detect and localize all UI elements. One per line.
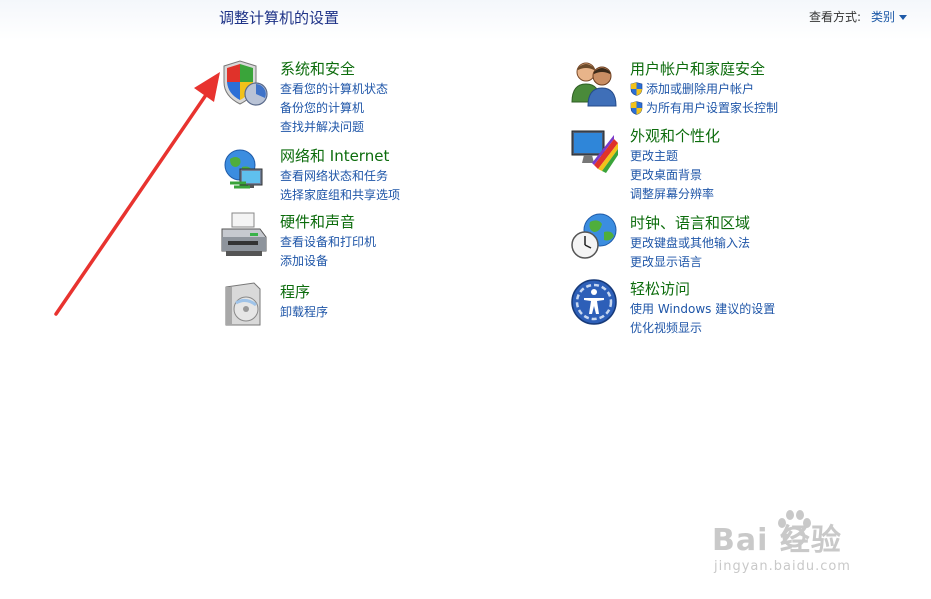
link-label: 为所有用户设置家长控制 (646, 101, 779, 115)
category-links: 查看网络状态和任务 选择家庭组和共享选项 (280, 166, 400, 204)
view-by-dropdown[interactable]: 类别 (871, 8, 907, 25)
programs-box-icon[interactable] (220, 281, 270, 331)
category-links: 添加或删除用户帐户 为所有用户设置家长控制 (630, 79, 778, 117)
link-homegroup-sharing[interactable]: 选择家庭组和共享选项 (280, 185, 400, 204)
red-annotation-arrow (54, 72, 220, 316)
category-title-user-accounts[interactable]: 用户帐户和家庭安全 (630, 58, 765, 79)
clock-globe-icon[interactable] (570, 212, 620, 262)
link-add-device[interactable]: 添加设备 (280, 251, 376, 270)
category-title-hardware[interactable]: 硬件和声音 (280, 211, 355, 232)
view-by-control: 查看方式: 类别 (809, 8, 907, 25)
baidu-watermark: Bai 经验 jingyan.baidu.com (712, 510, 892, 585)
paw-logo-icon (778, 510, 811, 548)
link-recommended-settings[interactable]: 使用 Windows 建议的设置 (630, 299, 775, 318)
network-globe-icon[interactable] (220, 145, 270, 195)
link-add-remove-accounts[interactable]: 添加或删除用户帐户 (630, 79, 778, 98)
security-shield-icon[interactable] (220, 58, 270, 108)
link-display-language[interactable]: 更改显示语言 (630, 252, 750, 271)
category-title-appearance[interactable]: 外观和个性化 (630, 125, 720, 146)
category-title-network[interactable]: 网络和 Internet (280, 145, 389, 166)
users-icon[interactable] (570, 58, 620, 108)
category-links: 使用 Windows 建议的设置 优化视频显示 (630, 299, 775, 337)
category-links: 更改键盘或其他输入法 更改显示语言 (630, 233, 750, 271)
view-by-value: 类别 (870, 10, 895, 24)
link-screen-resolution[interactable]: 调整屏幕分辨率 (630, 184, 714, 203)
link-change-keyboard[interactable]: 更改键盘或其他输入法 (630, 233, 750, 252)
link-backup-computer[interactable]: 备份您的计算机 (280, 98, 388, 117)
link-optimize-display[interactable]: 优化视频显示 (630, 318, 775, 337)
watermark-main-text: Bai 经验 (712, 523, 842, 558)
category-links: 卸载程序 (280, 302, 328, 321)
chevron-down-icon (899, 14, 907, 20)
category-links: 更改主题 更改桌面背景 调整屏幕分辨率 (630, 146, 714, 203)
page-title: 调整计算机的设置 (219, 9, 340, 27)
link-uninstall-program[interactable]: 卸载程序 (280, 302, 328, 321)
header-bar: 调整计算机的设置 查看方式: 类别 (0, 0, 931, 40)
category-links: 查看您的计算机状态 备份您的计算机 查找并解决问题 (280, 79, 388, 136)
link-troubleshoot[interactable]: 查找并解决问题 (280, 117, 388, 136)
ease-of-access-icon[interactable] (570, 278, 620, 328)
appearance-monitor-icon[interactable] (570, 125, 620, 175)
uac-shield-icon (630, 100, 643, 115)
category-links: 查看设备和打印机 添加设备 (280, 232, 376, 270)
link-label: 添加或删除用户帐户 (646, 82, 755, 96)
link-desktop-background[interactable]: 更改桌面背景 (630, 165, 714, 184)
link-view-computer-status[interactable]: 查看您的计算机状态 (280, 79, 388, 98)
link-devices-printers[interactable]: 查看设备和打印机 (280, 232, 376, 251)
category-title-system-security[interactable]: 系统和安全 (280, 58, 355, 79)
link-change-theme[interactable]: 更改主题 (630, 146, 714, 165)
watermark-sub-text: jingyan.baidu.com (714, 559, 851, 574)
category-title-clock-region[interactable]: 时钟、语言和区域 (630, 212, 750, 233)
view-by-label: 查看方式: (808, 10, 861, 24)
printer-icon[interactable] (220, 211, 270, 261)
link-parental-controls[interactable]: 为所有用户设置家长控制 (630, 98, 778, 117)
category-title-ease-of-access[interactable]: 轻松访问 (630, 278, 690, 299)
link-network-status[interactable]: 查看网络状态和任务 (280, 166, 400, 185)
uac-shield-icon (630, 81, 643, 96)
category-title-programs[interactable]: 程序 (280, 281, 310, 302)
